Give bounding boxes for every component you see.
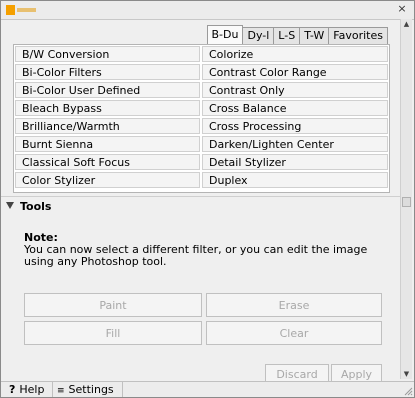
tools-section-title: Tools [20,200,52,213]
bottom-divider [52,382,53,397]
filter-item[interactable]: Burnt Sienna [15,136,200,152]
help-label: Help [19,383,45,396]
settings-label: Settings [68,383,114,396]
filter-item[interactable]: B/W Conversion [15,46,200,62]
bottom-divider [122,382,123,397]
filter-item[interactable]: Cross Balance [202,100,388,116]
filter-item[interactable]: Colorize [202,46,388,62]
filter-item[interactable]: Brilliance/Warmth [15,118,200,134]
filter-row: Bi-Color Filters Contrast Color Range [14,63,389,81]
scroll-up-icon[interactable]: ▲ [401,19,412,29]
note-text: You can now select a different filter, o… [24,243,368,268]
tools-note: Note: You can now select a different fil… [24,232,384,268]
filter-row: Burnt Sienna Darken/Lighten Center [14,135,389,153]
filter-item[interactable]: Contrast Color Range [202,64,388,80]
filter-item[interactable]: Bi-Color Filters [15,64,200,80]
settings-icon: ≡ [57,386,65,396]
filter-item[interactable]: Darken/Lighten Center [202,136,388,152]
filter-tabs: B-Du Dy-l L-S T-W Favorites [206,25,388,44]
help-button[interactable]: ? Help [9,383,44,396]
filter-item[interactable]: Contrast Only [202,82,388,98]
filter-row: B/W Conversion Colorize [14,45,389,63]
app-logo [6,5,36,15]
tab-dy-l[interactable]: Dy-l [242,27,275,44]
filter-item[interactable]: Bi-Color User Defined [15,82,200,98]
filter-item[interactable]: Color Stylizer [15,172,200,188]
filter-item[interactable]: Classical Soft Focus [15,154,200,170]
clear-button[interactable]: Clear [206,321,382,345]
tab-b-du[interactable]: B-Du [206,25,244,44]
filter-row: Classical Soft Focus Detail Stylizer [14,153,389,171]
erase-button[interactable]: Erase [206,293,382,317]
filter-item[interactable]: Cross Processing [202,118,388,134]
collapse-triangle-icon[interactable] [6,202,14,209]
filter-row: Brilliance/Warmth Cross Processing [14,117,389,135]
paint-button[interactable]: Paint [24,293,202,317]
filter-row: Bleach Bypass Cross Balance [14,99,389,117]
filter-item[interactable]: Bleach Bypass [15,100,200,116]
filter-item[interactable]: Detail Stylizer [202,154,388,170]
scroll-thumb[interactable] [402,197,411,207]
tab-t-w[interactable]: T-W [299,27,330,44]
filter-list: B/W Conversion Colorize Bi-Color Filters… [13,44,390,193]
help-icon: ? [9,383,16,396]
tools-section-header[interactable]: Tools [6,200,51,213]
fill-button[interactable]: Fill [24,321,202,345]
tab-l-s[interactable]: L-S [273,27,301,44]
section-divider [1,196,401,197]
title-bar: × [1,1,414,20]
tab-favorites[interactable]: Favorites [328,27,388,44]
filter-row: Bi-Color User Defined Contrast Only [14,81,389,99]
filter-item[interactable]: Duplex [202,172,388,188]
resize-grip-icon[interactable] [403,386,413,396]
vertical-scrollbar[interactable]: ▲ ▼ [400,19,412,379]
settings-button[interactable]: ≡ Settings [57,383,114,398]
filter-row: Color Stylizer Duplex [14,171,389,189]
bottom-bar: ? Help ≡ Settings [1,381,414,397]
plugin-window: × B-Du Dy-l L-S T-W Favorites B/W Conver… [0,0,415,398]
scroll-down-icon[interactable]: ▼ [401,369,412,379]
close-button[interactable]: × [396,3,408,15]
